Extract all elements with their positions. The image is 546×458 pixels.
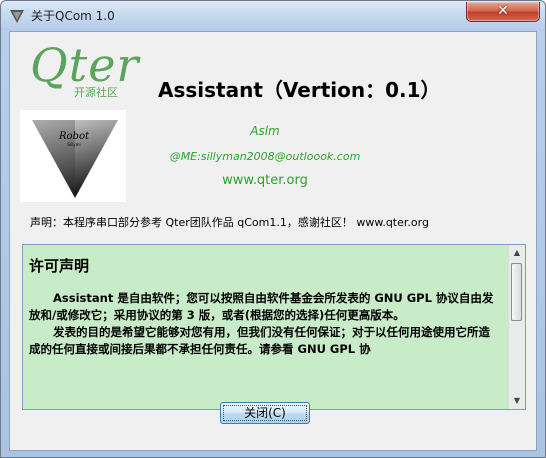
author-name: Aslm (250, 124, 280, 138)
title-bar[interactable]: 关于QCom 1.0 ✕ (1, 1, 545, 31)
license-paragraph: Assistant 是自由软件；您可以按照自由软件基金会所发表的 GNU GPL… (29, 291, 494, 322)
about-dialog-window: 关于QCom 1.0 ✕ Qter 开源社区 Assistant（Vertion… (0, 0, 546, 458)
license-scrollbar[interactable]: ▲ ▼ (508, 245, 525, 409)
close-dialog-button[interactable]: 关闭(C) (220, 402, 310, 424)
website-link[interactable]: www.qter.org (190, 173, 340, 188)
scroll-thumb[interactable] (511, 263, 522, 321)
app-icon (10, 10, 24, 23)
window-title: 关于QCom 1.0 (31, 9, 115, 23)
license-paragraph: 发表的目的是希望它能够对您有用，但我们没有任何保证；对于以任何用途使用它所造成的… (29, 325, 490, 356)
robot-label: Robot (58, 131, 90, 142)
logo-subtitle: 开源社区 (74, 86, 118, 99)
window-close-button[interactable]: ✕ (466, 2, 540, 22)
qter-logo: Qter 开源社区 (30, 38, 140, 100)
robot-logo-image: Robot Sillymi (20, 110, 126, 202)
license-textbox[interactable]: 许可声明 Assistant 是自由软件；您可以按照自由软件基金会所发表的 GN… (22, 244, 526, 410)
author-email: @ME:sillyman2008@outloook.com (169, 150, 361, 163)
dialog-client-area: Qter 开源社区 Assistant（Vertion：0.1） Robot S… (9, 31, 537, 451)
license-heading: 许可声明 (29, 257, 90, 275)
license-content: 许可声明 Assistant 是自由软件；您可以按照自由软件基金会所发表的 GN… (23, 245, 507, 409)
notice-text: 声明：本程序串口部分参考 Qter团队作品 qCom1.1，感谢社区！ www.… (30, 216, 429, 229)
scroll-down-arrow-icon[interactable]: ▼ (509, 393, 525, 409)
scroll-up-arrow-icon[interactable]: ▲ (509, 245, 525, 261)
robot-sublabel: Sillymi (67, 142, 80, 147)
close-icon: ✕ (497, 3, 509, 19)
app-title: Assistant（Vertion：0.1） (158, 78, 441, 102)
